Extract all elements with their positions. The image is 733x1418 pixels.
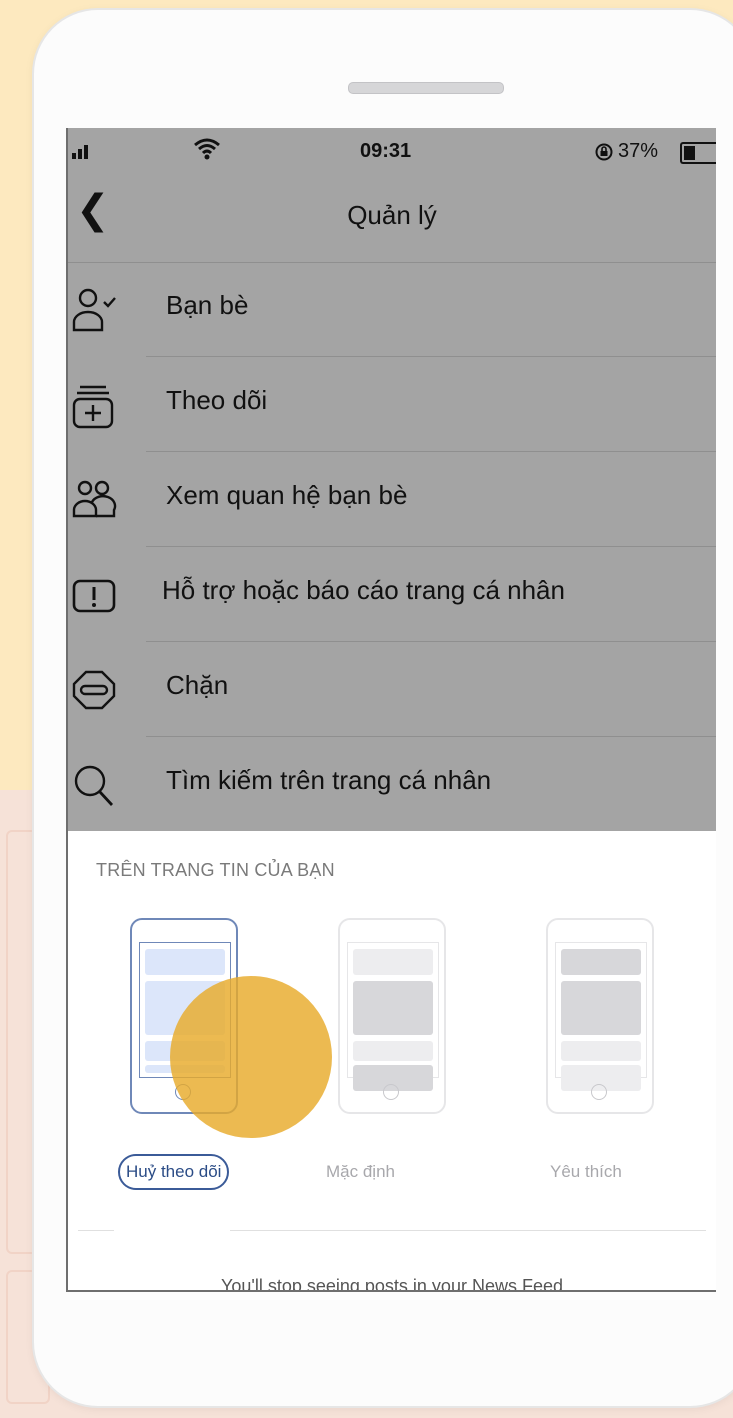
divider-gap bbox=[114, 1228, 230, 1232]
feed-block bbox=[353, 949, 433, 975]
rotation-lock-icon bbox=[595, 143, 613, 161]
battery-icon bbox=[680, 142, 716, 164]
friend-check-icon bbox=[72, 288, 116, 332]
page-title: Quản lý bbox=[347, 200, 437, 230]
menu-label: Tìm kiếm trên trang cá nhân bbox=[166, 765, 492, 795]
feed-block bbox=[353, 1041, 433, 1061]
menu-item-search[interactable]: Tìm kiếm trên trang cá nhân bbox=[68, 737, 716, 832]
menu-label: Chặn bbox=[166, 670, 229, 700]
mini-phone-screen bbox=[555, 942, 647, 1091]
mini-phone-screen bbox=[347, 942, 439, 1091]
menu-item-report[interactable]: Hỗ trợ hoặc báo cáo trang cá nhân bbox=[68, 547, 716, 642]
menu-item-block[interactable]: Chặn bbox=[68, 642, 716, 737]
feed-block bbox=[561, 1041, 641, 1061]
option-description: You'll stop seeing posts in your News Fe… bbox=[221, 1276, 563, 1292]
search-icon bbox=[74, 765, 114, 806]
phone-speaker bbox=[348, 82, 504, 94]
menu-label: Bạn bè bbox=[166, 290, 249, 320]
signal-icon bbox=[72, 145, 88, 159]
home-button-icon bbox=[383, 1084, 399, 1100]
feed-block bbox=[353, 981, 433, 1035]
option-default-label[interactable]: Mặc định bbox=[326, 1162, 395, 1182]
report-icon bbox=[72, 579, 116, 613]
wifi-icon bbox=[194, 138, 220, 160]
option-favorite-label[interactable]: Yêu thích bbox=[550, 1162, 622, 1182]
status-bar: 09:31 37% bbox=[68, 128, 716, 174]
menu-item-follow[interactable]: Theo dõi bbox=[68, 357, 716, 452]
phone-screen: 09:31 37% ❮ Quản lý Bạn bè Theo dõi Xem … bbox=[66, 128, 716, 1292]
menu-item-friends[interactable]: Bạn bè bbox=[68, 262, 716, 357]
option-favorite-card[interactable] bbox=[546, 918, 654, 1114]
home-button-icon bbox=[591, 1084, 607, 1100]
menu-label: Theo dõi bbox=[166, 385, 268, 415]
follow-stack-icon bbox=[72, 385, 114, 429]
menu-item-friendship[interactable]: Xem quan hệ bạn bè bbox=[68, 452, 716, 547]
menu-label: Xem quan hệ bạn bè bbox=[166, 480, 408, 510]
feed-block bbox=[561, 949, 641, 975]
feed-block bbox=[145, 949, 225, 975]
status-time: 09:31 bbox=[360, 140, 412, 162]
option-unfollow-label[interactable]: Huỷ theo dõi bbox=[118, 1154, 230, 1190]
touch-indicator bbox=[170, 976, 332, 1138]
block-icon bbox=[72, 670, 116, 710]
option-default-card[interactable] bbox=[338, 918, 446, 1114]
navigation-bar: ❮ Quản lý bbox=[68, 174, 716, 263]
feed-block bbox=[561, 981, 641, 1035]
menu-label: Hỗ trợ hoặc báo cáo trang cá nhân bbox=[162, 575, 565, 605]
section-title: TRÊN TRANG TIN CỦA BẠN bbox=[96, 860, 335, 880]
battery-percent: 37% bbox=[618, 140, 659, 162]
people-icon bbox=[72, 480, 117, 518]
